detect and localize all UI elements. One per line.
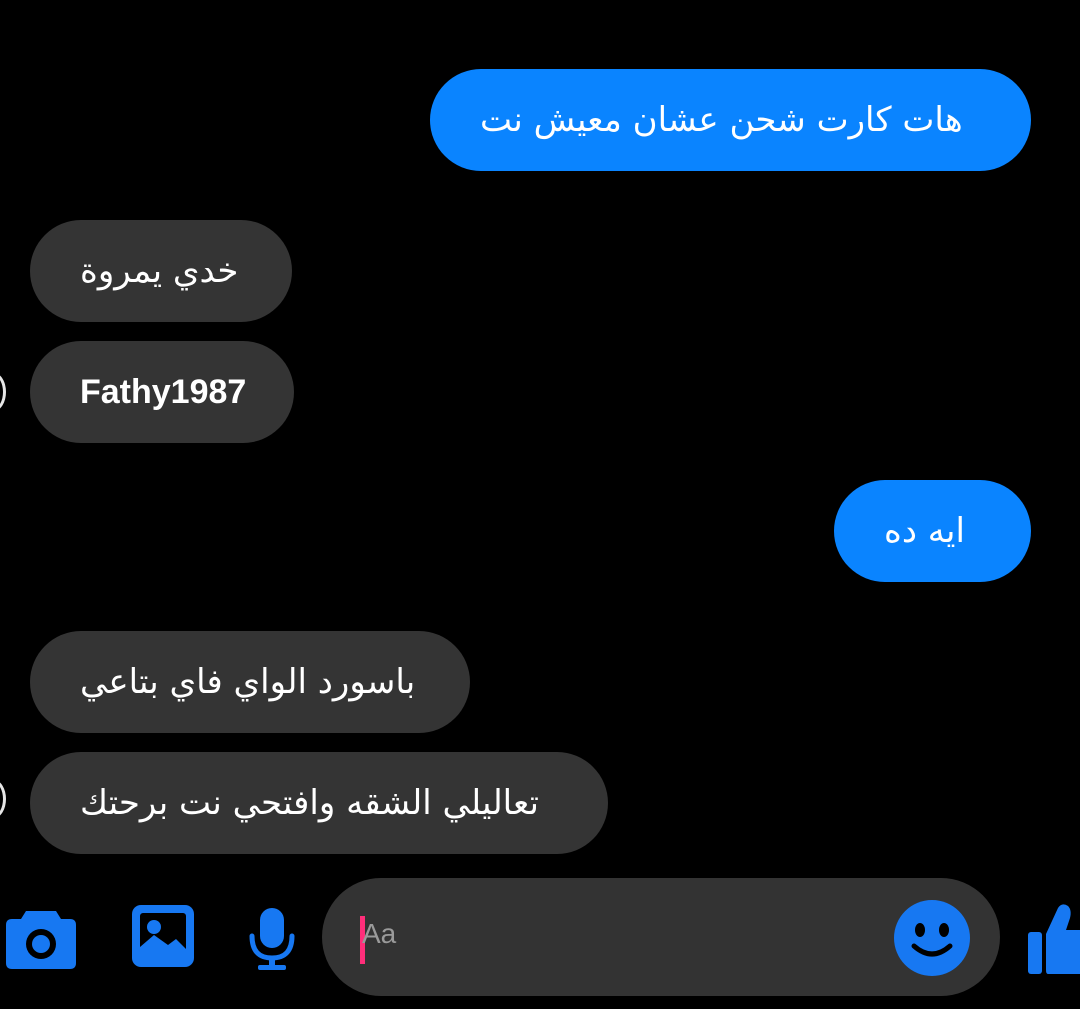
message-sent[interactable]: ايه ده	[834, 480, 1031, 582]
message-text: هات كارت شحن عشان معيش نت	[480, 100, 963, 140]
message-input[interactable]: Aa	[322, 878, 1000, 996]
gallery-button[interactable]	[130, 903, 196, 969]
message-received[interactable]: Fathy1987	[30, 341, 294, 443]
emoji-button[interactable]	[892, 898, 972, 978]
thumbs-up-icon	[1028, 904, 1080, 974]
microphone-icon	[249, 908, 295, 970]
message-received[interactable]: خدي يمروة	[30, 220, 292, 322]
like-button[interactable]	[1024, 900, 1080, 976]
camera-button[interactable]	[4, 905, 78, 971]
message-text: ايه ده	[884, 511, 965, 551]
message-text: باسورد الواي فاي بتاعي	[80, 662, 416, 702]
image-gallery-icon	[132, 905, 194, 967]
sender-avatar[interactable]	[0, 780, 6, 818]
sender-avatar[interactable]	[0, 373, 6, 411]
message-text: خدي يمروة	[80, 251, 239, 291]
chat-window: هات كارت شحن عشان معيش نت خدي يمروة Fath…	[0, 0, 1080, 1009]
emoji-smile-icon	[894, 900, 970, 976]
message-received[interactable]: تعاليلي الشقه وافتحي نت برحتك	[30, 752, 608, 854]
message-sent[interactable]: هات كارت شحن عشان معيش نت	[430, 69, 1031, 171]
message-text: تعاليلي الشقه وافتحي نت برحتك	[80, 783, 539, 823]
camera-icon	[6, 911, 76, 969]
microphone-button[interactable]	[246, 906, 298, 972]
input-placeholder: Aa	[362, 918, 397, 949]
message-text: Fathy1987	[80, 372, 247, 411]
message-received[interactable]: باسورد الواي فاي بتاعي	[30, 631, 470, 733]
